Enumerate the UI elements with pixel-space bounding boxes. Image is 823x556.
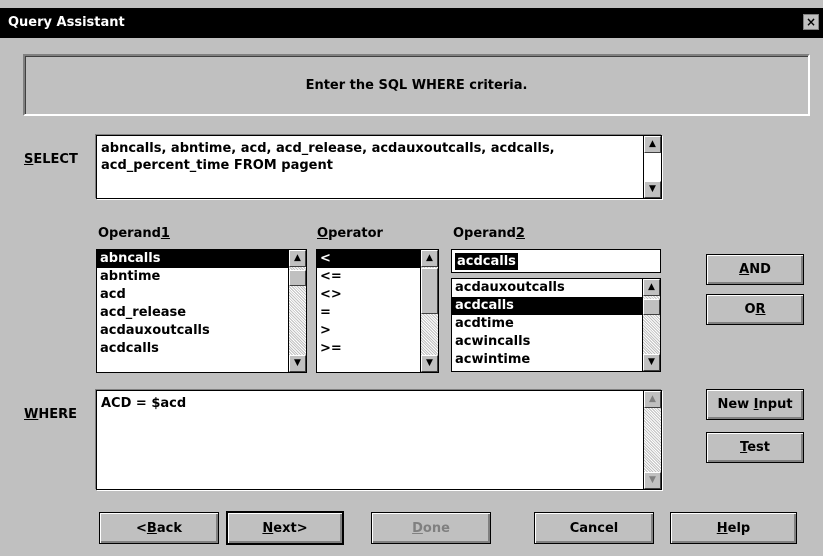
next-button-label: Next>: [262, 520, 308, 536]
back-button[interactable]: <Back: [99, 512, 219, 544]
list-item[interactable]: abncalls: [97, 250, 288, 268]
operand2-input[interactable]: acdcalls: [451, 249, 661, 273]
and-button[interactable]: AND: [706, 254, 804, 285]
done-button-label: Done: [412, 520, 450, 536]
instruction-banner: Enter the SQL WHERE criteria.: [23, 54, 810, 116]
scroll-up-icon[interactable]: ▲: [644, 136, 661, 153]
list-item[interactable]: acdtime: [452, 315, 642, 333]
test-button[interactable]: Test: [706, 432, 804, 463]
list-item[interactable]: <>: [317, 286, 420, 304]
operand1-listbox[interactable]: abncalls abntime acd acd_release acdauxoutca…: [96, 249, 307, 373]
and-button-label: AND: [739, 262, 771, 277]
operand2-scrollbar[interactable]: ▲ ▼: [642, 279, 660, 371]
scroll-down-icon[interactable]: ▼: [644, 472, 661, 489]
scroll-down-icon[interactable]: ▼: [421, 355, 438, 372]
scroll-thumb[interactable]: [643, 299, 660, 315]
scroll-thumb[interactable]: [421, 268, 438, 314]
scroll-up-icon[interactable]: ▲: [289, 250, 306, 267]
list-item[interactable]: acwincalls: [452, 333, 642, 351]
select-textarea[interactable]: abncalls, abntime, acd, acd_release, acd…: [96, 135, 662, 199]
operand2-value: acdcalls: [455, 253, 518, 270]
list-item[interactable]: acd: [97, 286, 288, 304]
title-bar: Query Assistant ×: [0, 8, 823, 38]
done-button[interactable]: Done: [371, 512, 491, 544]
cancel-button[interactable]: Cancel: [534, 512, 654, 544]
where-scrollbar[interactable]: ▲ ▼: [643, 391, 661, 489]
query-assistant-window: Query Assistant × Enter the SQL WHERE cr…: [0, 0, 823, 556]
where-textarea[interactable]: ACD = $acd ▲ ▼: [96, 390, 662, 490]
back-button-label: <Back: [136, 520, 182, 536]
or-button[interactable]: OR: [706, 294, 804, 325]
select-label: SELECT: [24, 152, 78, 167]
close-icon[interactable]: ×: [803, 14, 819, 30]
list-item[interactable]: acdauxoutcalls: [452, 279, 642, 297]
scroll-down-icon[interactable]: ▼: [644, 181, 661, 198]
list-item[interactable]: >=: [317, 340, 420, 358]
scroll-down-icon[interactable]: ▼: [643, 354, 660, 371]
scroll-down-icon[interactable]: ▼: [289, 355, 306, 372]
list-item[interactable]: abntime: [97, 268, 288, 286]
or-button-label: OR: [744, 302, 766, 317]
operator-label: Operator: [317, 226, 383, 241]
scroll-up-icon[interactable]: ▲: [643, 279, 660, 296]
list-item[interactable]: acdcalls: [452, 297, 642, 315]
scroll-up-icon[interactable]: ▲: [644, 391, 661, 408]
cancel-button-label: Cancel: [569, 520, 619, 536]
next-button[interactable]: Next>: [226, 511, 344, 545]
where-label: WHERE: [24, 407, 77, 422]
new-input-button[interactable]: New Input: [706, 389, 804, 420]
window-title: Query Assistant: [8, 15, 125, 30]
test-button-label: Test: [740, 440, 770, 455]
operand1-scrollbar[interactable]: ▲ ▼: [288, 250, 306, 372]
select-scrollbar[interactable]: ▲ ▼: [643, 136, 661, 198]
list-item[interactable]: acdauxoutcalls: [97, 322, 288, 340]
operand2-listbox[interactable]: acdauxoutcalls acdcalls acdtime acwincalls a…: [451, 278, 661, 372]
operator-scrollbar[interactable]: ▲ ▼: [420, 250, 438, 372]
list-item[interactable]: >: [317, 322, 420, 340]
help-button-label: Help: [716, 520, 751, 536]
scroll-up-icon[interactable]: ▲: [421, 250, 438, 267]
list-item[interactable]: acd_release: [97, 304, 288, 322]
operator-listbox[interactable]: < <= <> = > >= ▲ ▼: [316, 249, 439, 373]
new-input-button-label: New Input: [717, 397, 793, 412]
list-item[interactable]: =: [317, 304, 420, 322]
list-item[interactable]: acdcalls: [97, 340, 288, 358]
select-text: abncalls, abntime, acd, acd_release, acd…: [101, 141, 555, 173]
list-item[interactable]: <=: [317, 268, 420, 286]
operand1-label: Operand1: [98, 226, 170, 241]
banner-text: Enter the SQL WHERE criteria.: [305, 77, 528, 93]
help-button[interactable]: Help: [670, 512, 797, 544]
where-text: ACD = $acd: [101, 396, 187, 411]
scroll-thumb[interactable]: [289, 270, 306, 286]
list-item[interactable]: <: [317, 250, 420, 268]
list-item[interactable]: acwintime: [452, 351, 642, 369]
operand2-label: Operand2: [453, 226, 525, 241]
